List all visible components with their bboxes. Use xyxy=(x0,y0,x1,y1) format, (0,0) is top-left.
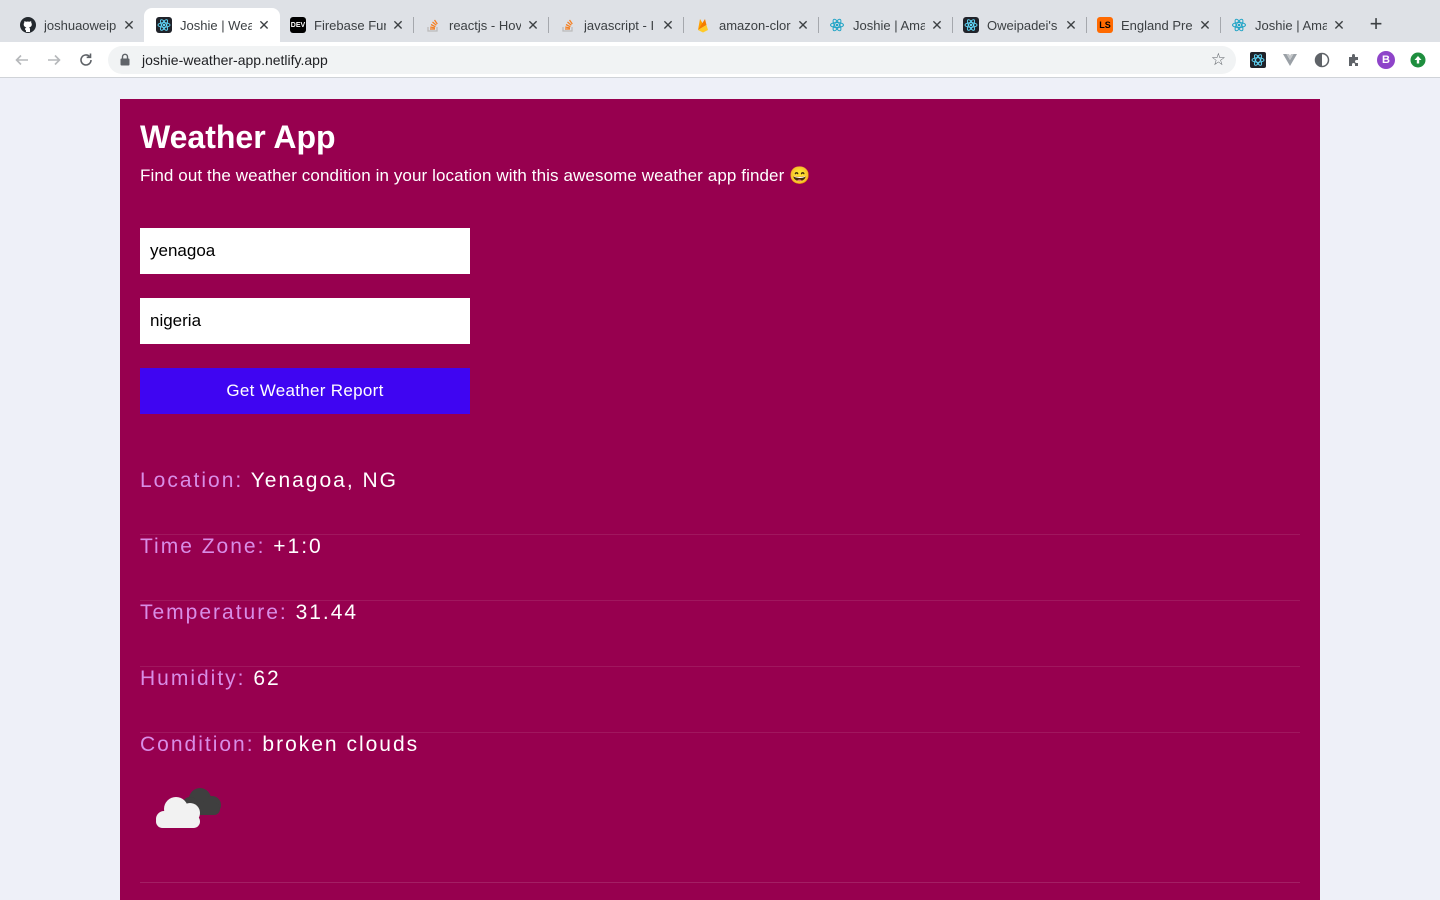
close-icon[interactable]: ✕ xyxy=(1197,17,1213,33)
react-icon xyxy=(1231,17,1247,33)
temperature-value: 31.44 xyxy=(295,601,359,624)
condition-row: Condition: broken clouds xyxy=(140,733,1300,799)
broken-clouds-icon xyxy=(150,775,230,835)
condition-label: Condition: xyxy=(140,733,263,756)
back-button[interactable] xyxy=(10,48,34,72)
temperature-row: Temperature: 31.44 xyxy=(140,601,1300,667)
get-weather-button[interactable]: Get Weather Report xyxy=(140,368,470,414)
location-label: Location: xyxy=(140,469,251,492)
tab-github[interactable]: joshuaoweip ✕ xyxy=(8,8,145,42)
livescore-icon: LS xyxy=(1097,17,1113,33)
close-icon[interactable]: ✕ xyxy=(390,17,406,33)
humidity-value: 62 xyxy=(253,667,281,690)
tab-title: Joshie | Wea xyxy=(180,17,252,33)
dev-icon: DEV xyxy=(290,17,306,33)
close-icon[interactable]: ✕ xyxy=(1063,17,1079,33)
tab-weather-app[interactable]: Joshie | Wea ✕ xyxy=(144,8,280,42)
react-devtools-icon[interactable] xyxy=(1249,51,1267,69)
tab-title: Joshie | Ama xyxy=(853,17,925,33)
tab-joshie-amazon[interactable]: Joshie | Ama ✕ xyxy=(817,8,953,42)
browser-tabstrip: joshuaoweip ✕ Joshie | Wea ✕ DEV Firebas… xyxy=(0,0,1440,42)
close-icon[interactable]: ✕ xyxy=(795,17,811,33)
close-icon[interactable]: ✕ xyxy=(525,17,541,33)
firebase-icon xyxy=(695,17,711,33)
close-icon[interactable]: ✕ xyxy=(660,17,676,33)
address-bar[interactable]: joshie-weather-app.netlify.app ☆ xyxy=(108,46,1236,74)
location-row: Location: Yenagoa, NG xyxy=(140,469,1300,535)
new-tab-button[interactable]: + xyxy=(1364,13,1388,37)
page-title: Weather App xyxy=(140,119,336,155)
tab-title: Firebase Fur xyxy=(314,17,386,33)
timezone-value: +1:0 xyxy=(273,535,323,558)
divider xyxy=(140,882,1300,883)
dark-mode-icon[interactable] xyxy=(1313,51,1331,69)
humidity-label: Humidity: xyxy=(140,667,254,690)
reload-icon xyxy=(80,53,92,66)
url-text: joshie-weather-app.netlify.app xyxy=(142,52,328,68)
tab-title: javascript - I xyxy=(584,17,655,33)
profile-avatar[interactable]: B xyxy=(1377,51,1395,69)
lock-icon xyxy=(120,53,130,66)
tab-oweipadei[interactable]: Oweipadei's ✕ xyxy=(951,8,1087,42)
temperature-label: Temperature: xyxy=(140,601,296,624)
forward-button[interactable] xyxy=(42,48,66,72)
tab-title: Joshie | Ama xyxy=(1255,17,1327,33)
tab-reactjs[interactable]: reactjs - Hov ✕ xyxy=(413,8,549,42)
humidity-row: Humidity: 62 xyxy=(140,667,1300,733)
arrow-right-icon xyxy=(48,54,61,66)
city-input[interactable] xyxy=(140,228,470,274)
reload-button[interactable] xyxy=(74,48,98,72)
stackoverflow-icon xyxy=(425,17,441,33)
tab-title: England Pre xyxy=(1121,17,1193,33)
tab-england-premier[interactable]: LS England Pre ✕ xyxy=(1085,8,1221,42)
condition-value: broken clouds xyxy=(262,733,420,756)
react-icon xyxy=(963,17,979,33)
page-subtitle: Find out the weather condition in your l… xyxy=(140,166,811,185)
close-icon[interactable]: ✕ xyxy=(1331,17,1347,33)
tab-title: Oweipadei's xyxy=(987,17,1058,33)
bookmark-star-icon[interactable]: ☆ xyxy=(1211,50,1226,70)
react-icon xyxy=(156,17,172,33)
close-icon[interactable]: ✕ xyxy=(929,17,945,33)
weather-app-card: Weather App Find out the weather conditi… xyxy=(120,99,1320,900)
tab-title: reactjs - Hov xyxy=(449,17,521,33)
tab-title: joshuaoweip xyxy=(44,17,117,33)
update-icon[interactable] xyxy=(1409,51,1427,69)
country-input[interactable] xyxy=(140,298,470,344)
browser-toolbar: joshie-weather-app.netlify.app ☆ B xyxy=(0,42,1440,78)
tab-title: amazon-clor xyxy=(719,17,791,33)
extensions-puzzle-icon[interactable] xyxy=(1345,51,1363,69)
location-value: Yenagoa, NG xyxy=(250,469,399,492)
close-icon[interactable]: ✕ xyxy=(121,17,137,33)
tab-amazon-clone[interactable]: amazon-clor ✕ xyxy=(683,8,819,42)
stackoverflow-icon xyxy=(560,17,576,33)
close-icon[interactable]: ✕ xyxy=(256,17,272,33)
tab-joshie-amazon-2[interactable]: Joshie | Ama ✕ xyxy=(1219,8,1355,42)
tab-firebase[interactable]: DEV Firebase Fur ✕ xyxy=(278,8,414,42)
react-icon xyxy=(829,17,845,33)
vue-devtools-icon[interactable] xyxy=(1281,51,1299,69)
tab-javascript[interactable]: javascript - I ✕ xyxy=(548,8,684,42)
timezone-row: Time Zone: +1:0 xyxy=(140,535,1300,601)
arrow-left-icon xyxy=(15,54,28,66)
timezone-label: Time Zone: xyxy=(140,535,274,558)
github-icon xyxy=(20,17,36,33)
